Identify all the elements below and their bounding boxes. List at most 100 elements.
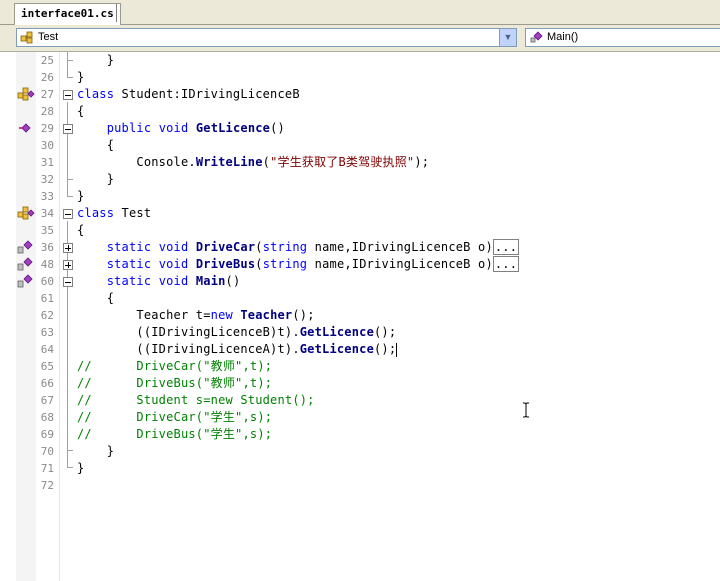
code-line: 68 // DriveCar("学生",s); <box>0 409 720 426</box>
code-line: 35 { <box>0 222 720 239</box>
code-line: 70 } <box>0 443 720 460</box>
keyword: public <box>106 121 152 135</box>
class-icon[interactable] <box>17 206 35 221</box>
cast-expression: ((IDrivingLicenceB)t). <box>136 325 300 339</box>
static-method-icon[interactable] <box>17 240 35 255</box>
line-number: 70 <box>40 445 54 458</box>
class-declaration: Student:IDrivingLicenceB <box>114 87 300 101</box>
expand-toggle[interactable] <box>63 243 73 253</box>
code-text: } <box>77 188 84 205</box>
line-number: 35 <box>40 224 54 237</box>
code-text: } <box>77 171 114 188</box>
keyword: string <box>262 257 308 271</box>
comment: // DriveBus("教师",t); <box>77 376 273 390</box>
keyword: static <box>106 257 152 271</box>
code-text: } <box>77 69 84 86</box>
code-text: Teacher t=new Teacher(); <box>77 307 315 324</box>
brace: } <box>106 53 115 67</box>
method-name: DriveBus <box>195 257 256 271</box>
brace: } <box>106 444 115 458</box>
keyword: class <box>77 206 115 220</box>
line-number: 36 <box>40 241 54 254</box>
brace: } <box>77 461 85 475</box>
collapsed-region[interactable]: ... <box>492 239 520 255</box>
line-number: 30 <box>40 139 54 152</box>
collapsed-region[interactable]: ... <box>492 256 520 272</box>
method-name: GetLicence <box>299 342 374 356</box>
code-text: { <box>77 137 114 154</box>
code-editor[interactable]: 25 } 26 } 27 class Student:IDrivingLicen… <box>0 52 720 581</box>
code-line: 67 // Student s=new Student(); <box>0 392 720 409</box>
collapse-toggle[interactable] <box>63 209 73 219</box>
keyword: void <box>158 240 189 254</box>
class-declaration: Test <box>114 206 152 220</box>
line-number: 32 <box>40 173 54 186</box>
code-line: 65 // DriveCar("教师",t); <box>0 358 720 375</box>
comment: // DriveBus("学生",s); <box>77 427 273 441</box>
code-text: class Student:IDrivingLicenceB <box>77 86 300 103</box>
code-text: class Test <box>77 205 151 222</box>
code-line: 48 static void DriveBus(string name,IDri… <box>0 256 720 273</box>
parens: () <box>225 274 241 288</box>
code-line: 32 } <box>0 171 720 188</box>
line-number: 72 <box>40 479 54 492</box>
call-end: (); <box>374 342 397 356</box>
code-line: 28 { <box>0 103 720 120</box>
paren: ( <box>255 257 263 271</box>
paren: ); <box>414 155 430 169</box>
line-number: 33 <box>40 190 54 203</box>
line-number: 65 <box>40 360 54 373</box>
code-text: ((IDrivingLicenceA)t).GetLicence(); <box>77 341 398 358</box>
method-icon <box>530 31 543 43</box>
console-ref: Console. <box>136 155 196 169</box>
code-line: 25 } <box>0 52 720 69</box>
code-line: 60 static void Main() <box>0 273 720 290</box>
line-number: 67 <box>40 394 54 407</box>
collapse-toggle[interactable] <box>63 124 73 134</box>
class-icon <box>20 31 33 44</box>
line-number: 31 <box>40 156 54 169</box>
code-line: 63 ((IDrivingLicenceB)t).GetLicence(); <box>0 324 720 341</box>
keyword: static <box>106 274 152 288</box>
method-name: GetLicence <box>195 121 271 135</box>
code-text: Console.WriteLine("学生获取了B类驾驶执照"); <box>77 154 429 171</box>
params: name,IDrivingLicenceB o) <box>307 257 493 271</box>
keyword: class <box>77 87 115 101</box>
line-number: 64 <box>40 343 54 356</box>
implements-interface-icon[interactable] <box>17 87 35 102</box>
implements-member-icon[interactable] <box>17 121 35 136</box>
line-number: 25 <box>40 54 54 67</box>
paren: ( <box>255 240 263 254</box>
static-method-icon[interactable] <box>17 274 35 289</box>
code-line: 30 { <box>0 137 720 154</box>
brace: { <box>77 104 85 118</box>
code-line: 29 public void GetLicence() <box>0 120 720 137</box>
member-dropdown-value: Main() <box>547 31 579 43</box>
collapse-toggle[interactable] <box>63 277 73 287</box>
string-literal: "学生获取了B类驾驶执照" <box>270 155 415 169</box>
call-end: (); <box>292 308 315 322</box>
code-text: } <box>77 443 114 460</box>
comment: // DriveCar("学生",s); <box>77 410 273 424</box>
line-number: 62 <box>40 309 54 322</box>
line-number: 28 <box>40 105 54 118</box>
chevron-down-icon[interactable]: ▼ <box>499 29 516 46</box>
navigation-bar: Test ▼ Main() <box>0 25 720 52</box>
static-method-icon[interactable] <box>17 257 35 272</box>
line-number: 27 <box>40 88 54 101</box>
type-dropdown-value: Test <box>38 31 59 43</box>
code-line: 64 ((IDrivingLicenceA)t).GetLicence(); <box>0 341 720 358</box>
text-caret <box>396 342 398 357</box>
line-number: 66 <box>40 377 54 390</box>
collapse-toggle[interactable] <box>63 90 73 100</box>
code-line: 27 class Student:IDrivingLicenceB <box>0 86 720 103</box>
code-line: 72 <box>0 477 720 494</box>
expand-toggle[interactable] <box>63 260 73 270</box>
code-text: public void GetLicence() <box>77 120 285 137</box>
member-dropdown[interactable]: Main() <box>525 28 720 47</box>
line-number: 48 <box>40 258 54 271</box>
method-name: Main <box>195 274 226 288</box>
tab-interface01-cs[interactable]: interface01.cs <box>14 3 121 26</box>
type-dropdown[interactable]: Test ▼ <box>16 28 517 47</box>
comment: // Student s=new Student(); <box>77 393 315 407</box>
